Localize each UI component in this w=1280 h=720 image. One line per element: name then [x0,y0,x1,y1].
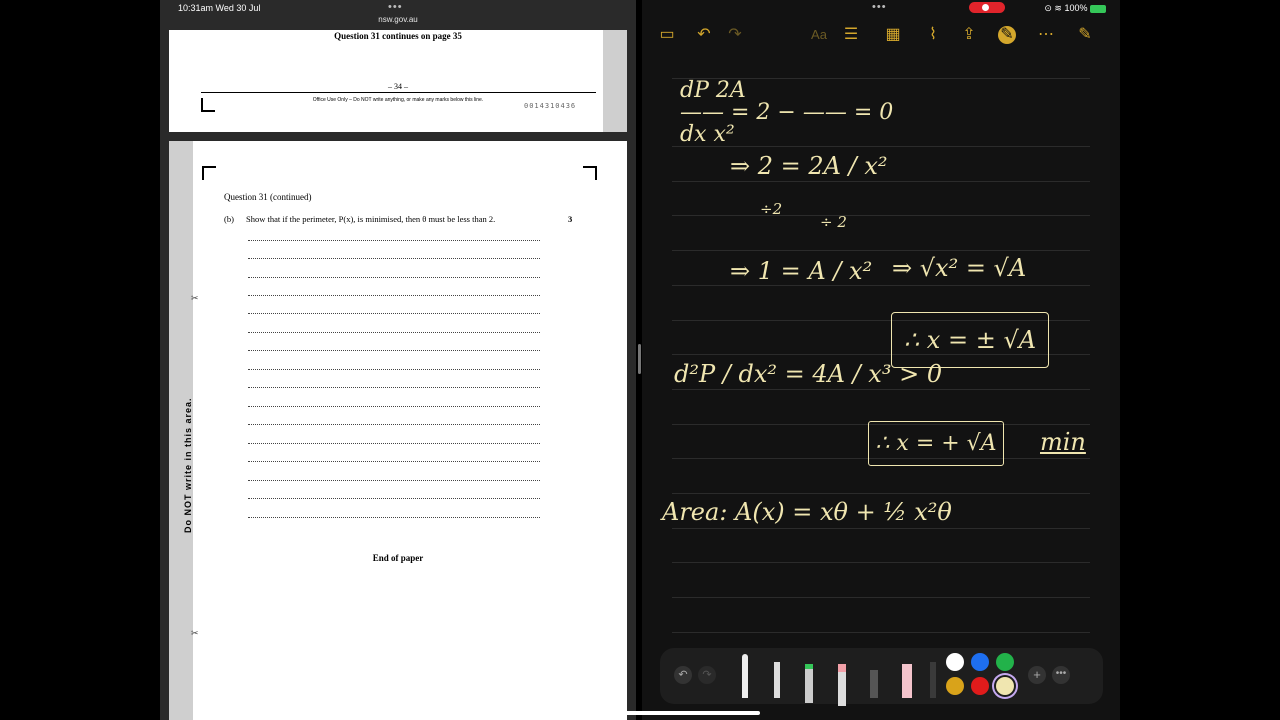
page-number: – 34 – [388,82,408,91]
compose-icon[interactable]: ✎ [1076,26,1094,44]
crop-mark [202,166,216,180]
more-icon[interactable]: ⋯ [1037,26,1055,44]
hand-line-3b: ⇒ √x² = √A [892,254,1027,282]
hand-line-3: ⇒ 1 = A / x² [730,257,873,285]
ruled-line [672,528,1090,529]
more-icon[interactable]: ••• [1052,666,1070,684]
answer-line [248,277,540,278]
answer-line [248,461,540,462]
end-of-paper: End of paper [372,553,424,563]
ruled-line [672,285,1090,286]
color-white-swatch[interactable] [946,653,964,671]
answer-line [248,350,540,351]
crayon-tool-icon[interactable] [902,664,912,698]
ruled-line [672,632,1090,633]
sidebar-icon[interactable]: ▭ [658,26,676,44]
pdf-page-35: Do NOT write in this area. ✂ ✂ Question … [169,141,627,720]
marks-label: 3 [568,214,573,224]
ruled-line [672,215,1090,216]
checklist-icon[interactable]: ☰ [842,26,860,44]
eraser-tool-icon[interactable] [838,664,846,706]
answer-line [248,240,540,241]
lasso-tool-icon[interactable] [870,670,878,698]
status-time-date: 10:31am Wed 30 Jul [178,3,261,13]
recording-indicator[interactable] [969,2,1005,13]
text-format-icon[interactable]: Aa [810,26,828,44]
ruled-line [672,493,1090,494]
answer-line [248,332,540,333]
answer-line [248,517,540,518]
attachment-icon[interactable]: ⌇ [924,26,942,44]
undo-icon[interactable]: ↶ [674,666,692,684]
color-green-swatch[interactable] [996,653,1014,671]
hand-text: —— = 2 − —— = 0 [680,100,894,125]
answer-line [248,498,540,499]
question-heading: Question 31 (continued) [224,192,312,202]
answer-box-2: ∴ x = + √A [868,421,1004,466]
notes-pane: ••• ⊙ ≋ 100% ▭ ↶ ↷ Aa ☰ ▦ ⌇ ⇪ ✎ ⋯ ✎ dP 2… [642,0,1120,720]
answer-line [248,258,540,259]
hand-line-1: dP 2A —— = 2 − —— = 0 dx x² [680,80,893,146]
scissors-icon: ✂ [191,293,199,303]
divider-line [201,92,596,93]
continues-note: Question 31 continues on page 35 [334,31,462,41]
answer-line [248,313,540,314]
fineliner-tool-icon[interactable] [774,662,780,698]
color-blue-swatch[interactable] [971,653,989,671]
answer-line [248,295,540,296]
answer-line [248,387,540,388]
min-label: min [1040,428,1086,456]
answer-line [248,369,540,370]
share-icon[interactable]: ⇪ [960,26,978,44]
hand-text: dP 2A [680,78,746,103]
hand-div-left: ÷2 [760,200,783,218]
question-text: Show that if the perimeter, P(x), is min… [246,214,496,224]
barcode-number: 0014310436 [524,102,577,110]
hand-text: dx x² [680,122,735,147]
ruled-line [672,562,1090,563]
table-icon[interactable]: ▦ [884,26,902,44]
color-red-swatch[interactable] [971,677,989,695]
answer-line [248,443,540,444]
ruler-tool-icon[interactable] [930,662,936,698]
answer-line [248,406,540,407]
ipad-screen: 10:31am Wed 30 Jul ••• nsw.gov.au Questi… [160,0,1120,720]
color-yellow-swatch[interactable] [946,677,964,695]
area-line: Area: A(x) = xθ + ½ x²θ [662,498,952,526]
home-indicator[interactable] [520,711,760,715]
ruled-line [672,181,1090,182]
margin-warning: Do NOT write in this area. [183,397,193,533]
status-battery: ⊙ ≋ 100% [1044,3,1106,14]
undo-icon[interactable]: ↶ [695,26,713,44]
crop-mark [583,166,597,180]
multitasking-dots-icon[interactable]: ••• [872,1,887,13]
part-label: (b) [224,214,234,224]
hand-line-4: d²P / dx² = 4A / x³ > 0 [674,360,943,388]
redo-icon[interactable]: ↷ [726,26,744,44]
answer-line [248,480,540,481]
markup-icon[interactable]: ✎ [998,26,1016,44]
redo-icon[interactable]: ↷ [698,666,716,684]
page-gutter [603,30,627,132]
url-label: nsw.gov.au [378,15,418,24]
answer-line [248,424,540,425]
hand-div-right: ÷ 2 [820,213,847,231]
pen-tool-icon[interactable] [742,654,748,698]
ruled-line [672,250,1090,251]
color-cream-swatch-selected[interactable] [996,677,1014,695]
multitasking-dots-icon[interactable]: ••• [388,1,403,13]
battery-percent: 100% [1064,3,1088,13]
scissors-icon: ✂ [191,628,199,638]
hand-line-2: ⇒ 2 = 2A / x² [730,152,888,180]
ruled-line [672,389,1090,390]
pdf-page-34: Question 31 continues on page 35 – 34 – … [169,30,627,132]
highlighter-tool-icon[interactable] [805,664,813,703]
pdf-viewer-pane: 10:31am Wed 30 Jul ••• nsw.gov.au Questi… [160,0,636,720]
add-tool-icon[interactable]: + [1028,666,1046,684]
ruled-line [672,597,1090,598]
drawing-toolbar: ↶ ↷ + ••• [660,648,1103,706]
split-view-handle[interactable] [638,344,641,374]
